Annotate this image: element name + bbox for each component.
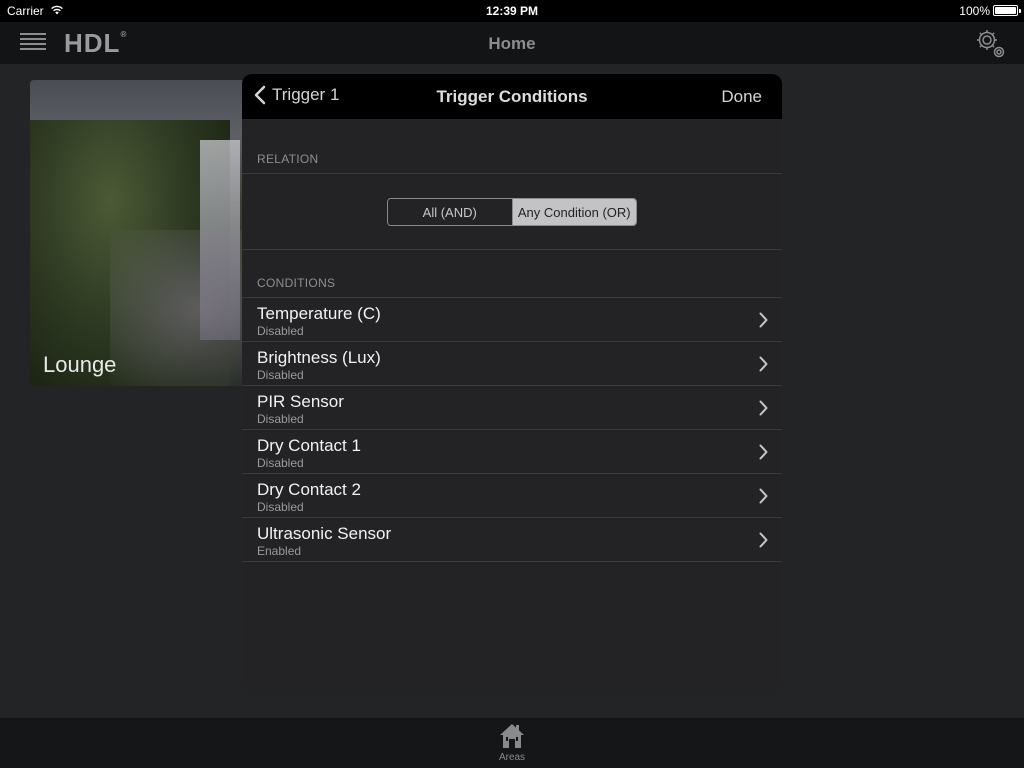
battery-percent: 100% bbox=[959, 4, 990, 18]
area-card-label: Lounge bbox=[43, 352, 117, 377]
tab-bar: Areas bbox=[0, 718, 1024, 768]
chevron-right-icon bbox=[759, 400, 768, 416]
segment-any-or[interactable]: Any Condition (OR) bbox=[512, 199, 636, 225]
trigger-conditions-modal: Trigger 1 Trigger Conditions Done RELATI… bbox=[242, 74, 782, 694]
condition-status: Disabled bbox=[257, 368, 304, 382]
condition-row-dry-contact-2[interactable]: Dry Contact 2 Disabled bbox=[242, 474, 782, 518]
condition-row-pir-sensor[interactable]: PIR Sensor Disabled bbox=[242, 386, 782, 430]
tab-areas[interactable]: Areas bbox=[487, 722, 537, 766]
condition-status: Disabled bbox=[257, 412, 304, 426]
relation-segmented-control[interactable]: All (AND) Any Condition (OR) bbox=[387, 198, 637, 226]
condition-title: Ultrasonic Sensor bbox=[257, 524, 392, 543]
chevron-right-icon bbox=[759, 444, 768, 460]
nav-bar: HDL® Home bbox=[0, 22, 1024, 64]
condition-row-temperature[interactable]: Temperature (C) Disabled bbox=[242, 298, 782, 342]
condition-status: Disabled bbox=[257, 456, 304, 470]
nav-title: Home bbox=[488, 34, 536, 53]
status-bar: Carrier 12:39 PM 100% bbox=[0, 0, 1024, 22]
modal-title: Trigger Conditions bbox=[436, 87, 588, 106]
condition-status: Disabled bbox=[257, 500, 304, 514]
condition-status: Disabled bbox=[257, 324, 304, 338]
gear-icon[interactable] bbox=[974, 27, 1006, 59]
conditions-section-header: CONDITIONS bbox=[257, 276, 336, 290]
condition-title: Brightness (Lux) bbox=[257, 348, 381, 367]
condition-status: Enabled bbox=[257, 544, 302, 558]
area-card-lounge[interactable]: Lounge bbox=[30, 80, 270, 386]
home-icon bbox=[500, 724, 524, 748]
condition-title: Temperature (C) bbox=[257, 304, 381, 323]
segment-all-and[interactable]: All (AND) bbox=[388, 199, 513, 225]
done-button[interactable]: Done bbox=[721, 87, 762, 107]
chevron-right-icon bbox=[759, 488, 768, 504]
condition-title: Dry Contact 1 bbox=[257, 436, 361, 455]
battery-icon bbox=[993, 5, 1021, 16]
chevron-right-icon bbox=[759, 356, 768, 372]
chevron-right-icon bbox=[759, 532, 768, 548]
condition-title: PIR Sensor bbox=[257, 392, 344, 411]
condition-row-dry-contact-1[interactable]: Dry Contact 1 Disabled bbox=[242, 430, 782, 474]
relation-section-header: RELATION bbox=[257, 152, 319, 166]
condition-row-ultrasonic-sensor[interactable]: Ultrasonic Sensor Enabled bbox=[242, 518, 782, 562]
status-time: 12:39 PM bbox=[485, 4, 539, 18]
condition-row-brightness[interactable]: Brightness (Lux) Disabled bbox=[242, 342, 782, 386]
condition-title: Dry Contact 2 bbox=[257, 480, 361, 499]
chevron-right-icon bbox=[759, 312, 768, 328]
modal-header: Trigger 1 Trigger Conditions Done bbox=[242, 74, 782, 119]
tab-label: Areas bbox=[498, 752, 526, 763]
